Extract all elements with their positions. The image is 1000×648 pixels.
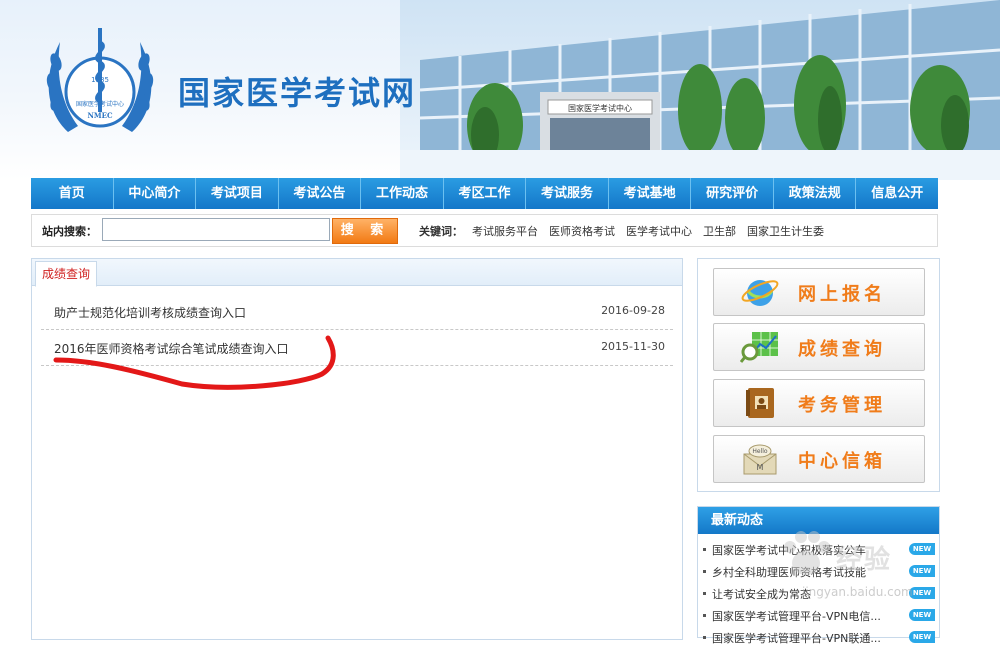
logo-abbr: NMEC xyxy=(87,111,112,120)
nav-item-services[interactable]: 考试服务 xyxy=(526,178,609,209)
site-title: 国家医学考试网 xyxy=(178,74,417,112)
nmec-logo: 1985 国家医学考试中心 NMEC xyxy=(46,28,154,132)
search-bar: 站内搜索： 搜 索 关键词： 考试服务平台 医师资格考试 医学考试中心 卫生部 … xyxy=(31,214,938,247)
news-text[interactable]: 让考试安全成为常态 xyxy=(712,586,811,602)
news-text[interactable]: 国家医学考试管理平台-VPN电信... xyxy=(712,608,881,624)
nav-item-policy[interactable]: 政策法规 xyxy=(774,178,857,209)
news-item[interactable]: 国家医学考试管理平台-VPN联通... NEW xyxy=(703,627,935,648)
nav-item-bases[interactable]: 考试基地 xyxy=(609,178,692,209)
main-nav: 首页 中心简介 考试项目 考试公告 工作动态 考区工作 考试服务 考试基地 研究… xyxy=(31,178,938,209)
new-badge-icon: NEW xyxy=(909,543,935,555)
bullet-icon xyxy=(703,636,706,639)
keyword-list: 考试服务平台 医师资格考试 医学考试中心 卫生部 国家卫生计生委 xyxy=(472,223,824,239)
logo-org: 国家医学考试中心 xyxy=(76,100,124,108)
quick-link-label: 网上报名 xyxy=(798,284,886,305)
search-button[interactable]: 搜 索 xyxy=(332,218,398,244)
nav-item-exams[interactable]: 考试项目 xyxy=(196,178,279,209)
news-header: 最新动态 xyxy=(698,507,939,534)
news-text[interactable]: 国家医学考试中心积极落实公车 xyxy=(712,542,866,558)
tab-score-query[interactable]: 成绩查询 xyxy=(35,261,98,287)
keyword-link[interactable]: 医学考试中心 xyxy=(626,223,692,239)
result-title[interactable]: 2016年医师资格考试综合笔试成绩查询入口 xyxy=(54,340,289,357)
search-input[interactable] xyxy=(102,218,330,241)
quick-links-box: 网上报名 成绩查询 考务管理 Hello M 中心信箱 xyxy=(697,258,940,492)
latest-news-box: 最新动态 国家医学考试中心积极落实公车 NEW 乡村全科助理医师资格考试技能 N… xyxy=(697,506,940,645)
building-photo: 国家医学考试中心 xyxy=(400,0,1000,180)
nav-item-exam-areas[interactable]: 考区工作 xyxy=(444,178,527,209)
nav-item-info[interactable]: 信息公开 xyxy=(856,178,938,209)
bullet-icon xyxy=(703,548,706,551)
bullet-icon xyxy=(703,614,706,617)
score-query-button[interactable]: 成绩查询 xyxy=(713,323,925,371)
logo-year: 1985 xyxy=(91,76,109,84)
search-label: 站内搜索： xyxy=(42,225,97,238)
quick-link-label: 成绩查询 xyxy=(798,339,886,360)
nav-item-research[interactable]: 研究评价 xyxy=(691,178,774,209)
tab-strip: 成绩查询 xyxy=(32,259,682,287)
nav-item-about[interactable]: 中心简介 xyxy=(114,178,197,209)
svg-text:M: M xyxy=(757,463,764,472)
ie-globe-icon xyxy=(741,280,779,306)
site-header: 国家医学考试中心 1985 国家医学考试中心 NMEC 国家医学考试网 xyxy=(0,0,1000,180)
result-title[interactable]: 助产士规范化培训考核成绩查询入口 xyxy=(54,304,246,321)
search-chart-icon xyxy=(740,332,778,363)
exam-management-button[interactable]: 考务管理 xyxy=(713,379,925,427)
keyword-link[interactable]: 卫生部 xyxy=(703,223,736,239)
keyword-link[interactable]: 考试服务平台 xyxy=(472,223,538,239)
news-item[interactable]: 乡村全科助理医师资格考试技能 NEW xyxy=(703,561,935,582)
new-badge-icon: NEW xyxy=(909,565,935,577)
new-badge-icon: NEW xyxy=(909,587,935,599)
center-mailbox-button[interactable]: Hello M 中心信箱 xyxy=(713,435,925,483)
result-row[interactable]: 助产士规范化培训考核成绩查询入口 2016-09-28 xyxy=(41,295,673,330)
mail-icon: Hello M xyxy=(743,444,777,475)
news-item[interactable]: 让考试安全成为常态 NEW xyxy=(703,583,935,604)
keyword-link[interactable]: 医师资格考试 xyxy=(549,223,615,239)
building-sign-text: 国家医学考试中心 xyxy=(568,103,632,113)
score-query-panel: 成绩查询 助产士规范化培训考核成绩查询入口 2016-09-28 2016年医师… xyxy=(31,258,683,640)
news-item[interactable]: 国家医学考试管理平台-VPN电信... NEW xyxy=(703,605,935,626)
quick-link-label: 中心信箱 xyxy=(798,451,886,472)
bullet-icon xyxy=(703,592,706,595)
result-row[interactable]: 2016年医师资格考试综合笔试成绩查询入口 2015-11-30 xyxy=(41,331,673,366)
bullet-icon xyxy=(703,570,706,573)
svg-text:Hello: Hello xyxy=(752,448,768,455)
keyword-link[interactable]: 国家卫生计生委 xyxy=(747,223,824,239)
new-badge-icon: NEW xyxy=(909,609,935,621)
result-date: 2016-09-28 xyxy=(601,304,665,317)
news-text[interactable]: 国家医学考试管理平台-VPN联通... xyxy=(712,630,881,646)
notebook-icon xyxy=(746,388,774,418)
quick-link-label: 考务管理 xyxy=(798,395,886,416)
nav-item-work-news[interactable]: 工作动态 xyxy=(361,178,444,209)
nav-item-home[interactable]: 首页 xyxy=(31,178,114,209)
news-item[interactable]: 国家医学考试中心积极落实公车 NEW xyxy=(703,539,935,560)
online-registration-button[interactable]: 网上报名 xyxy=(713,268,925,316)
result-date: 2015-11-30 xyxy=(601,340,665,353)
news-text[interactable]: 乡村全科助理医师资格考试技能 xyxy=(712,564,866,580)
nav-item-announcements[interactable]: 考试公告 xyxy=(279,178,362,209)
keywords-label: 关键词： xyxy=(419,225,463,238)
